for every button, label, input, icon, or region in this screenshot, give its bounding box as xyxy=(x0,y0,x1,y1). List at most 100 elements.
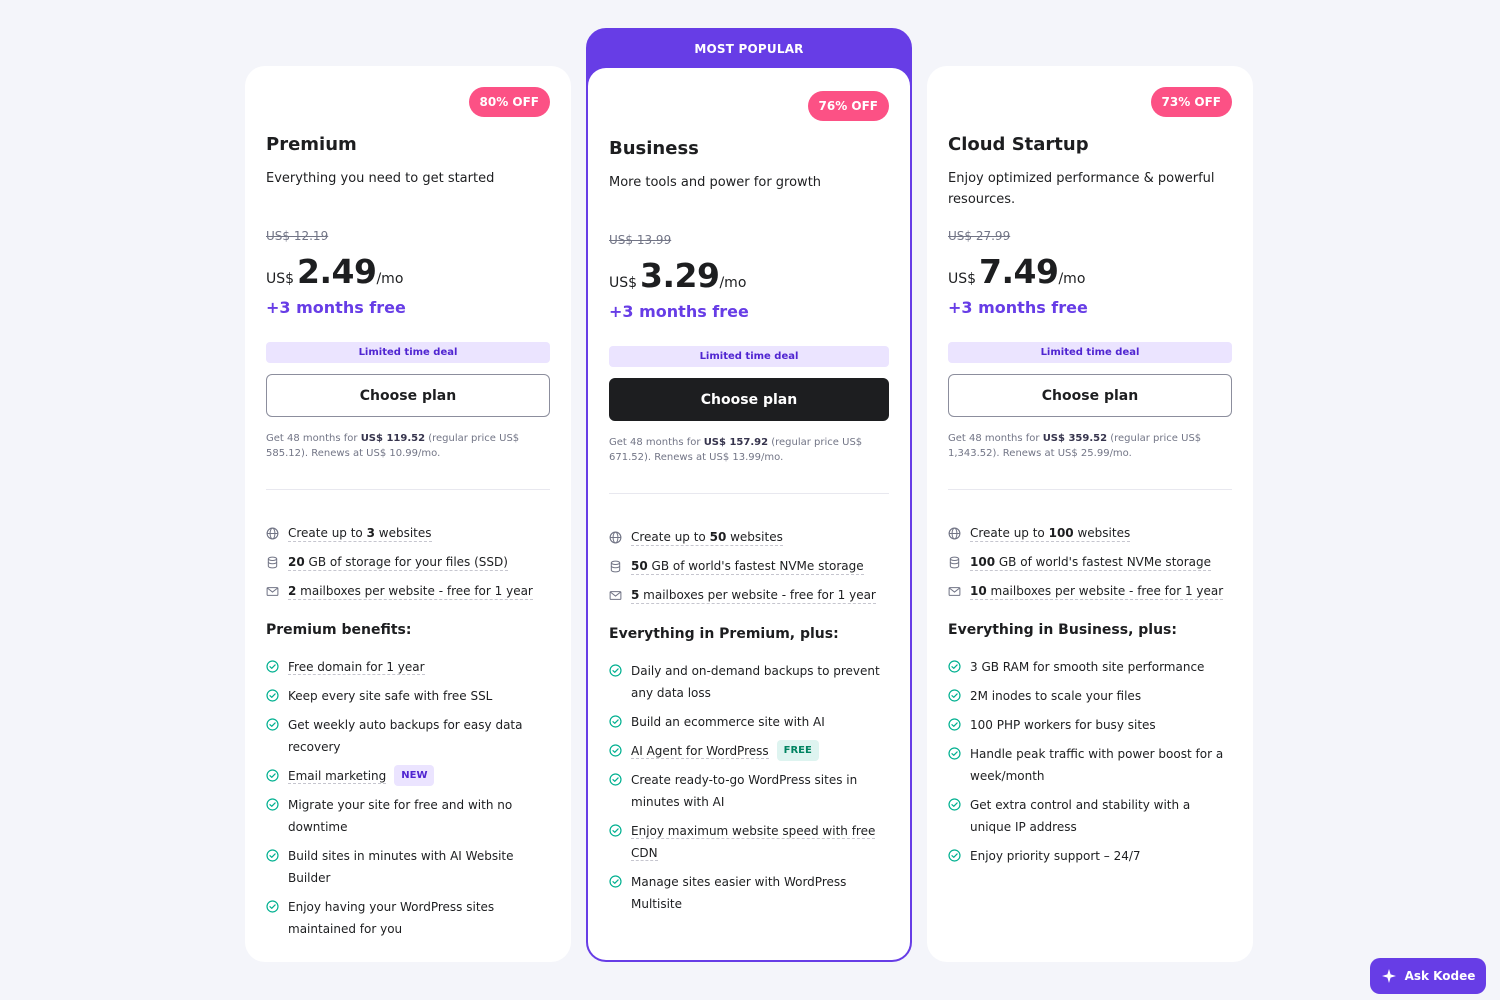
feature-value: 3 xyxy=(366,525,375,540)
kodee-icon xyxy=(1381,968,1397,984)
feature-item: Create up to 50 websites xyxy=(609,523,889,552)
check-icon xyxy=(266,798,279,811)
feature-text-post: mailboxes per website - free for 1 year xyxy=(639,587,876,602)
fine-print-total: US$ 359.52 xyxy=(1042,433,1108,444)
price-currency: US$ xyxy=(948,271,977,287)
benefit-item: Get weekly auto backups for easy data re… xyxy=(266,714,550,758)
benefit-item: Migrate your site for free and with no d… xyxy=(266,794,550,838)
benefit-text: Daily and on-demand backups to prevent a… xyxy=(631,664,880,700)
discount-badge: 73% OFF xyxy=(1150,87,1232,117)
plan-card-cloud-startup: 73% OFF Cloud Startup Enjoy optimized pe… xyxy=(927,66,1253,962)
ask-kodee-button[interactable]: Ask Kodee xyxy=(1370,958,1486,994)
benefit-item: Build an ecommerce site with AI xyxy=(609,711,889,733)
benefit-item: Build sites in minutes with AI Website B… xyxy=(266,845,550,889)
benefit-text: Manage sites easier with WordPress Multi… xyxy=(631,875,847,911)
feature-text: 100 GB of world's fastest NVMe storage xyxy=(970,554,1212,571)
storage-icon xyxy=(609,560,622,573)
check-icon xyxy=(609,715,622,728)
feature-value: 100 xyxy=(970,554,996,569)
benefit-item: Get extra control and stability with a u… xyxy=(948,794,1232,838)
benefit-content: Enjoy priority support – 24/7 xyxy=(970,845,1141,867)
check-icon xyxy=(266,689,279,702)
benefit-text: Migrate your site for free and with no d… xyxy=(288,798,513,834)
feature-text-post: websites xyxy=(1073,525,1131,540)
benefit-content: AI Agent for WordPress FREE xyxy=(631,740,819,762)
benefit-list: 3 GB RAM for smooth site performance 2M i… xyxy=(948,656,1232,874)
benefit-text: Build sites in minutes with AI Website B… xyxy=(288,849,514,885)
pricing-fine-print: Get 48 months for US$ 119.52 (regular pr… xyxy=(266,431,550,461)
feature-item: Create up to 100 websites xyxy=(948,519,1232,548)
check-icon xyxy=(948,747,961,760)
benefit-text: Create ready-to-go WordPress sites in mi… xyxy=(631,773,858,809)
choose-plan-button[interactable]: Choose plan xyxy=(266,374,550,417)
plan-description: Everything you need to get started xyxy=(266,171,495,186)
check-icon xyxy=(266,900,279,913)
benefit-item: 100 PHP workers for busy sites xyxy=(948,714,1232,736)
feature-text: 5 mailboxes per website - free for 1 yea… xyxy=(631,588,876,604)
benefit-item: Daily and on-demand backups to prevent a… xyxy=(609,660,889,704)
original-price: US$ 27.99 xyxy=(948,229,1011,243)
check-icon xyxy=(948,689,961,702)
benefit-content: Keep every site safe with free SSL xyxy=(288,685,492,707)
benefits-heading: Premium benefits: xyxy=(266,622,412,638)
plan-title: Cloud Startup xyxy=(948,134,1089,155)
benefit-text: Handle peak traffic with power boost for… xyxy=(970,747,1224,783)
feature-item: 50 GB of world's fastest NVMe storage xyxy=(609,552,889,581)
check-icon xyxy=(948,660,961,673)
benefit-item: 3 GB RAM for smooth site performance xyxy=(948,656,1232,678)
fine-print-total: US$ 157.92 xyxy=(703,437,769,448)
fine-print-total: US$ 119.52 xyxy=(360,433,426,444)
feature-text-post: websites xyxy=(374,525,432,540)
check-icon xyxy=(609,773,622,786)
divider xyxy=(609,493,889,494)
benefit-text: Get weekly auto backups for easy data re… xyxy=(288,718,523,754)
feature-text: Create up to 50 websites xyxy=(631,530,783,546)
price-period: /mo xyxy=(1058,271,1086,287)
feature-text: 10 mailboxes per website - free for 1 ye… xyxy=(970,584,1224,600)
benefit-item: Create ready-to-go WordPress sites in mi… xyxy=(609,769,889,813)
original-price: US$ 13.99 xyxy=(609,233,672,247)
check-icon xyxy=(266,660,279,673)
benefit-text: Enjoy maximum website speed with free CD… xyxy=(631,824,876,861)
check-icon xyxy=(609,744,622,757)
choose-plan-button[interactable]: Choose plan xyxy=(948,374,1232,417)
storage-icon xyxy=(266,556,279,569)
benefit-text: Get extra control and stability with a u… xyxy=(970,798,1191,834)
benefit-content: 100 PHP workers for busy sites xyxy=(970,714,1156,736)
check-icon xyxy=(609,664,622,677)
limited-deal-banner: Limited time deal xyxy=(948,342,1232,363)
storage-icon xyxy=(948,556,961,569)
choose-plan-button[interactable]: Choose plan xyxy=(609,378,889,421)
feature-text-pre: Create up to xyxy=(631,529,710,544)
check-icon xyxy=(948,718,961,731)
limited-deal-banner: Limited time deal xyxy=(609,346,889,367)
benefits-heading: Everything in Premium, plus: xyxy=(609,626,839,642)
fine-print-prefix: Get 48 months for xyxy=(609,437,704,448)
feature-value: 50 xyxy=(631,558,648,573)
globe-icon xyxy=(266,527,279,540)
benefit-text: Keep every site safe with free SSL xyxy=(288,689,493,703)
divider xyxy=(266,489,550,490)
benefit-text: Build an ecommerce site with AI xyxy=(631,715,825,729)
pricing-fine-print: Get 48 months for US$ 359.52 (regular pr… xyxy=(948,431,1232,461)
price-amount: 3.29 xyxy=(640,256,720,295)
feature-item: 10 mailboxes per website - free for 1 ye… xyxy=(948,577,1232,606)
price-period: /mo xyxy=(719,275,747,291)
plan-card-business: MOST POPULAR 76% OFF Business More tools… xyxy=(586,28,912,962)
feature-text-post: GB of world's fastest NVMe storage xyxy=(995,554,1212,569)
plan-title: Business xyxy=(609,138,699,159)
feature-item: 100 GB of world's fastest NVMe storage xyxy=(948,548,1232,577)
benefit-list: Daily and on-demand backups to prevent a… xyxy=(609,660,889,922)
check-icon xyxy=(266,718,279,731)
fine-print-prefix: Get 48 months for xyxy=(266,433,361,444)
benefit-text: Email marketing xyxy=(288,769,387,784)
feature-text-post: websites xyxy=(726,529,783,544)
fine-print-prefix: Get 48 months for xyxy=(948,433,1043,444)
benefit-content: Email marketing NEW xyxy=(288,765,435,787)
benefit-content: Handle peak traffic with power boost for… xyxy=(970,743,1232,787)
benefit-content: Migrate your site for free and with no d… xyxy=(288,794,550,838)
globe-icon xyxy=(609,531,622,544)
price: US$ 2.49 /mo xyxy=(266,252,403,291)
bonus-months: +3 months free xyxy=(266,298,406,317)
benefit-content: Enjoy maximum website speed with free CD… xyxy=(631,820,889,864)
